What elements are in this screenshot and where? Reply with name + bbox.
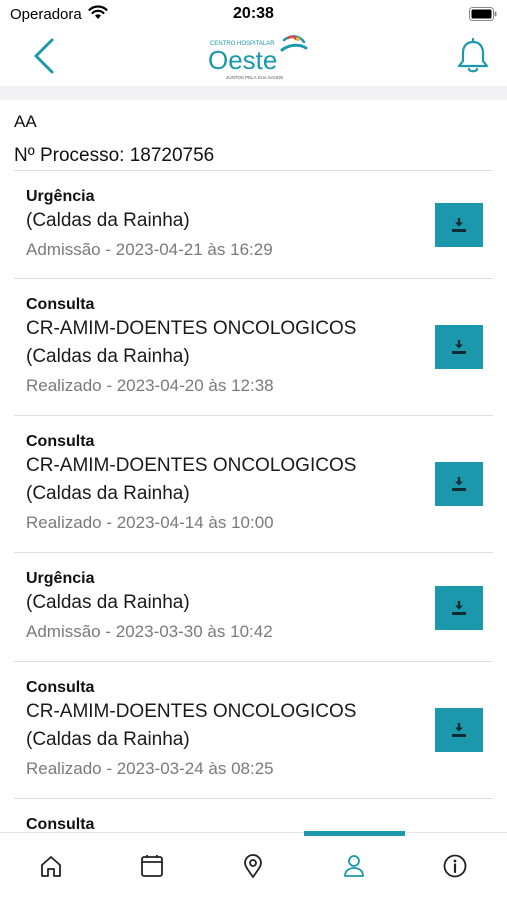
download-button[interactable]	[435, 203, 483, 247]
bell-icon	[457, 37, 489, 73]
episode-service: CR-AMIM-DOENTES ONCOLOGICOS	[26, 318, 357, 339]
episode-service: CR-AMIM-DOENTES ONCOLOGICOS	[26, 455, 357, 476]
download-icon	[452, 340, 466, 354]
episode-location: (Caldas da Rainha)	[26, 592, 190, 613]
episode-location: (Caldas da Rainha)	[26, 729, 190, 750]
episode-type: Consulta	[26, 816, 95, 832]
location-pin-icon	[243, 854, 262, 878]
episode-date: Realizado - 2023-04-20 às 12:38	[26, 376, 274, 395]
tab-bar	[0, 831, 507, 900]
app-header: CENTRO HOSPITALAR Oeste JUNTOS PELA SUA …	[0, 28, 507, 86]
status-time: 20:38	[233, 5, 274, 22]
episode-date: Realizado - 2023-04-14 às 10:00	[26, 513, 274, 532]
info-icon	[443, 854, 466, 878]
episode-type: Consulta	[26, 679, 95, 696]
tab-home[interactable]	[0, 833, 101, 900]
download-icon	[452, 218, 466, 232]
episode-date: Realizado - 2023-03-24 às 08:25	[26, 759, 274, 778]
episode-item[interactable]: Consulta CR-AMIM-DOENTES ONCOLOGICOS (Ca…	[14, 416, 493, 553]
episode-location: (Caldas da Rainha)	[26, 346, 190, 367]
home-icon	[40, 856, 61, 877]
battery-icon	[469, 7, 497, 21]
episode-type: Consulta	[26, 296, 95, 313]
episode-type: Consulta	[26, 433, 95, 450]
download-icon	[452, 477, 466, 491]
back-button[interactable]	[26, 34, 66, 78]
episode-date: Admissão - 2023-04-21 às 16:29	[26, 240, 273, 259]
hospital-logo: CENTRO HOSPITALAR Oeste JUNTOS PELA SUA …	[206, 30, 310, 84]
download-icon	[452, 601, 466, 615]
notifications-button[interactable]	[453, 34, 493, 78]
episode-date: Admissão - 2023-03-30 às 10:42	[26, 622, 273, 641]
episode-service: CR-AMIM-DOENTES ONCOLOGICOS	[26, 701, 357, 722]
header-divider	[0, 86, 507, 100]
logo-name: Oeste	[208, 45, 277, 75]
episode-item[interactable]: Urgência (Caldas da Rainha) Admissão - 2…	[14, 171, 493, 279]
logo-tagline: JUNTOS PELA SUA SAÚDE	[226, 74, 283, 80]
episode-item[interactable]: Urgência (Caldas da Rainha) Admissão - 2…	[14, 553, 493, 662]
tab-info[interactable]	[404, 833, 505, 900]
download-button[interactable]	[435, 462, 483, 506]
episode-item[interactable]: Consulta	[14, 799, 493, 832]
patient-name: AA	[14, 112, 37, 131]
episode-item[interactable]: Consulta CR-AMIM-DOENTES ONCOLOGICOS (Ca…	[14, 662, 493, 799]
download-button[interactable]	[435, 708, 483, 752]
person-icon	[343, 855, 364, 877]
download-icon	[452, 723, 466, 737]
calendar-icon	[140, 855, 163, 877]
episode-item[interactable]: Consulta CR-AMIM-DOENTES ONCOLOGICOS (Ca…	[14, 279, 493, 416]
episode-location: (Caldas da Rainha)	[26, 210, 190, 231]
episode-type: Urgência	[26, 188, 95, 205]
episode-location: (Caldas da Rainha)	[26, 483, 190, 504]
process-number: Nº Processo: 18720756	[14, 145, 215, 166]
download-button[interactable]	[435, 325, 483, 369]
tab-profile[interactable]	[303, 833, 404, 900]
chevron-left-icon	[34, 38, 54, 74]
episodes-list[interactable]: Urgência (Caldas da Rainha) Admissão - 2…	[0, 171, 507, 832]
episode-type: Urgência	[26, 570, 95, 587]
status-bar: Operadora 20:38	[0, 0, 507, 30]
tab-locations[interactable]	[202, 833, 303, 900]
tab-calendar[interactable]	[101, 833, 202, 900]
download-button[interactable]	[435, 586, 483, 630]
